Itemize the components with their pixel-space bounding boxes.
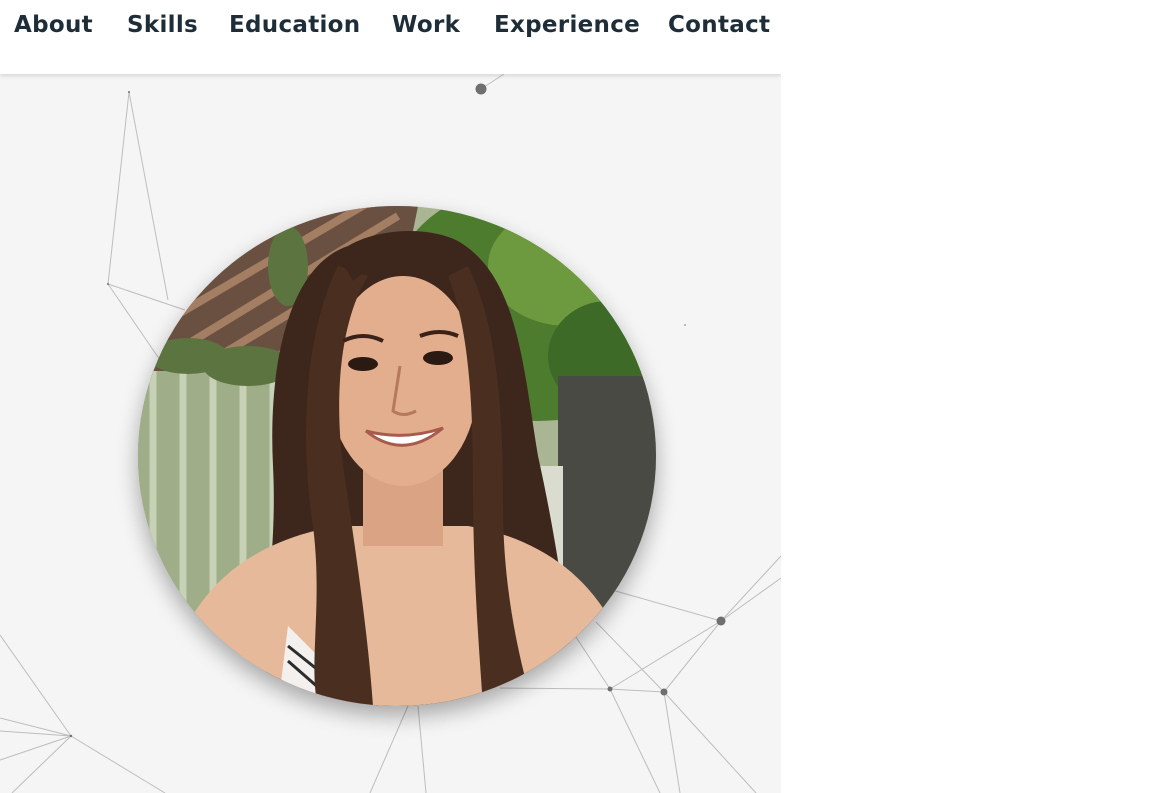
- nav-about-link[interactable]: About: [14, 10, 93, 40]
- nav-work-link[interactable]: Work: [392, 10, 460, 40]
- nav-education-link[interactable]: Education: [229, 10, 360, 40]
- nav-skills-link[interactable]: Skills: [127, 10, 198, 40]
- profile-photo: [138, 206, 656, 706]
- nav-experience-link[interactable]: Experience: [494, 10, 640, 40]
- browser-viewport: About Skills Education Work Experience C…: [0, 0, 781, 793]
- top-navbar: About Skills Education Work Experience C…: [0, 0, 781, 74]
- nav-contact-link[interactable]: Contact: [668, 10, 770, 40]
- portfolio-page: About Skills Education Work Experience C…: [0, 0, 1152, 793]
